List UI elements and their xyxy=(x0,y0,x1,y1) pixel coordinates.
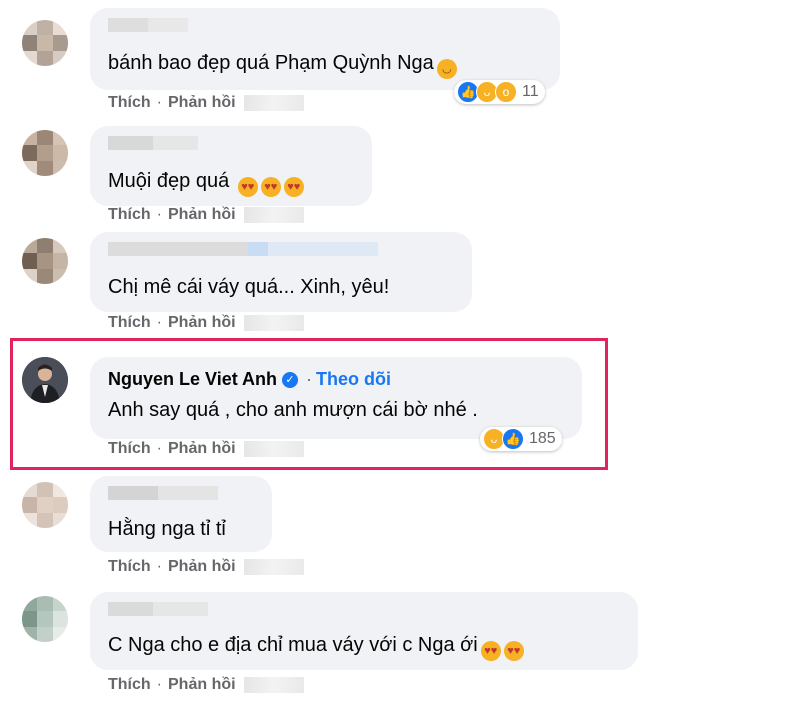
blurred-author-name[interactable] xyxy=(108,486,218,500)
separator: · xyxy=(156,558,162,575)
comment-actions: Thích · Phản hồi xyxy=(108,94,304,112)
smile-emoji-icon: ◡ xyxy=(436,59,457,79)
comment-text: bánh bao đẹp quá Phạm Quỳnh Nga xyxy=(108,52,434,74)
blurred-author-name[interactable] xyxy=(108,18,188,32)
blurred-timestamp[interactable] xyxy=(243,559,304,575)
blurred-timestamp[interactable] xyxy=(243,677,304,693)
comment-text: Hằng nga tỉ tỉ xyxy=(108,518,226,540)
like-link[interactable]: Thích xyxy=(108,558,151,576)
wow-reaction-icon: o xyxy=(495,81,517,103)
reply-link[interactable]: Phản hồi xyxy=(168,206,236,224)
like-link[interactable]: Thích xyxy=(108,440,151,458)
comment-text: Muội đẹp quá xyxy=(108,170,230,192)
comment-text: Chị mê cái váy quá... Xinh, yêu! xyxy=(108,276,390,298)
comment-actions: Thích · Phản hồi xyxy=(108,314,304,332)
reply-link[interactable]: Phản hồi xyxy=(168,676,236,694)
reply-link[interactable]: Phản hồi xyxy=(168,558,236,576)
comment-bubble: bánh bao đẹp quá Phạm Quỳnh Nga ◡ xyxy=(90,8,560,90)
reply-link[interactable]: Phản hồi xyxy=(168,94,236,112)
comment-bubble: Muội đẹp quá ♥♥ ♥♥ ♥♥ xyxy=(90,126,372,206)
comment-1: bánh bao đẹp quá Phạm Quỳnh Nga ◡ 👍 ᴗ o 1… xyxy=(0,0,800,115)
comment-bubble: C Nga cho e địa chỉ mua váy với c Nga ới… xyxy=(90,592,638,670)
avatar[interactable] xyxy=(22,238,68,284)
like-link[interactable]: Thích xyxy=(108,94,151,112)
comment-3: Chị mê cái váy quá... Xinh, yêu! Thích · P… xyxy=(0,228,800,338)
avatar[interactable] xyxy=(22,130,68,176)
comment-actions: Thích · Phản hồi xyxy=(108,440,304,458)
comment-text: C Nga cho e địa chỉ mua váy với c Nga ới xyxy=(108,634,478,656)
heart-eyes-emoji-icon: ♥♥ xyxy=(260,177,281,197)
like-link[interactable]: Thích xyxy=(108,206,151,224)
verified-badge-icon: ✓ xyxy=(282,371,299,388)
blurred-author-name[interactable] xyxy=(108,242,378,256)
reply-link[interactable]: Phản hồi xyxy=(168,440,236,458)
comment-bubble: Chị mê cái váy quá... Xinh, yêu! xyxy=(90,232,472,312)
heart-eyes-emoji-icon: ♥♥ xyxy=(283,177,304,197)
heart-eyes-emoji-icon: ♥♥ xyxy=(237,177,258,197)
person-avatar-icon xyxy=(22,357,68,403)
separator: · xyxy=(156,94,162,111)
follow-link[interactable]: Theo dõi xyxy=(316,369,391,390)
reaction-summary[interactable]: 👍 ᴗ o 11 xyxy=(454,80,545,104)
blurred-timestamp[interactable] xyxy=(243,95,304,111)
comment-text: Anh say quá , cho anh mượn cái bờ nhé . xyxy=(108,399,478,421)
separator: · xyxy=(156,314,162,331)
comment-bubble: Hằng nga tỉ tỉ xyxy=(90,476,272,552)
comment-actions: Thích · Phản hồi xyxy=(108,558,304,576)
blurred-author-name[interactable] xyxy=(108,602,208,616)
reaction-count: 185 xyxy=(529,430,556,447)
reply-link[interactable]: Phản hồi xyxy=(168,314,236,332)
blurred-author-name[interactable] xyxy=(108,136,198,150)
comment-4: Nguyen Le Viet Anh ✓ · Theo dõi Anh say … xyxy=(0,345,800,467)
comment-6: C Nga cho e địa chỉ mua váy với c Nga ới… xyxy=(0,588,800,703)
comment-actions: Thích · Phản hồi xyxy=(108,676,304,694)
avatar[interactable] xyxy=(22,20,68,66)
reaction-count: 11 xyxy=(522,83,539,100)
author-name[interactable]: Nguyen Le Viet Anh xyxy=(108,369,277,390)
like-link[interactable]: Thích xyxy=(108,314,151,332)
avatar[interactable] xyxy=(22,596,68,642)
separator: · xyxy=(156,206,162,223)
comment-2: Muội đẹp quá ♥♥ ♥♥ ♥♥ Thích · Phản hồi xyxy=(0,120,800,235)
separator: · xyxy=(156,440,162,457)
avatar[interactable] xyxy=(22,482,68,528)
blurred-timestamp[interactable] xyxy=(243,207,304,223)
heart-eyes-cat-emoji-icon: ♥♥ xyxy=(480,641,501,661)
blurred-timestamp[interactable] xyxy=(243,441,304,457)
reaction-summary[interactable]: ᴗ 👍 185 xyxy=(480,427,562,451)
comment-5: Hằng nga tỉ tỉ Thích · Phản hồi xyxy=(0,472,800,582)
heart-eyes-cat-emoji-icon: ♥♥ xyxy=(503,641,524,661)
comment-actions: Thích · Phản hồi xyxy=(108,206,304,224)
blurred-timestamp[interactable] xyxy=(243,315,304,331)
like-reaction-icon: 👍 xyxy=(502,428,524,450)
avatar[interactable] xyxy=(22,357,68,403)
separator: · xyxy=(306,369,313,389)
like-link[interactable]: Thích xyxy=(108,676,151,694)
separator: · xyxy=(156,676,162,693)
